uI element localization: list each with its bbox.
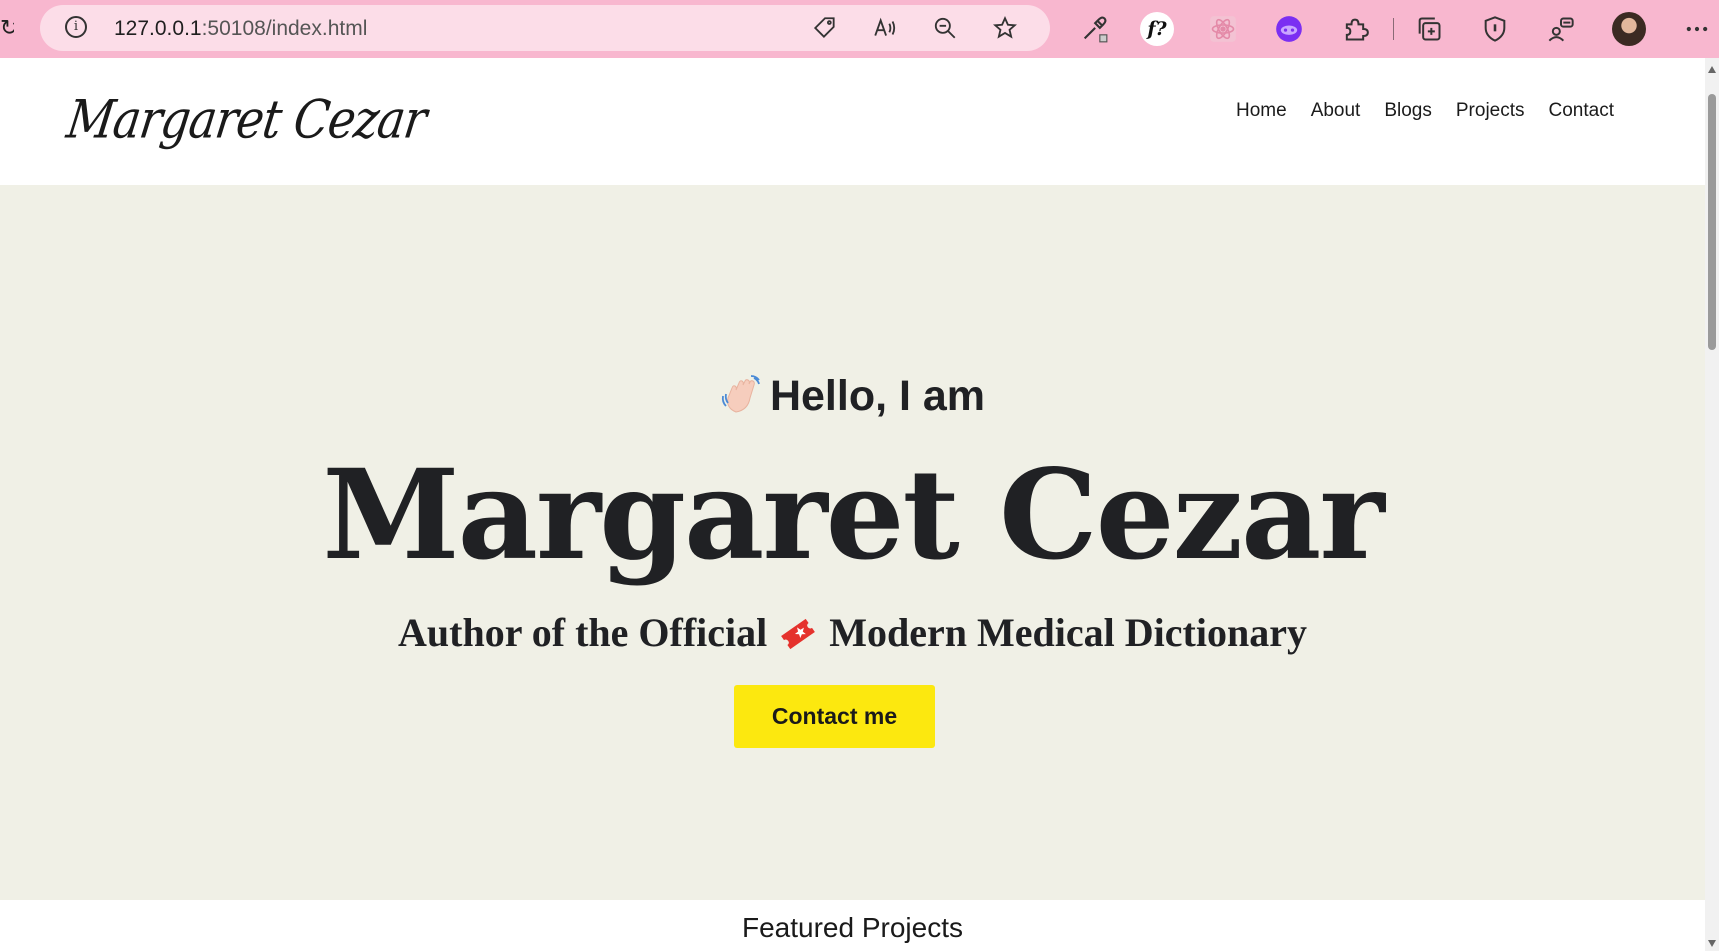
waving-hand-icon [721,375,760,413]
contact-me-button[interactable]: Contact me [734,685,935,748]
hero-section: Hello, I am Margaret Cezar Author of the… [0,185,1705,900]
nav-contact[interactable]: Contact [1549,100,1614,122]
hero-tagline: Author of the Official Modern Medical Di… [0,609,1705,656]
browser-toolbar: ↻ i 127.0.0.1:50108/index.html f? [0,0,1719,58]
profile-avatar[interactable] [1612,12,1646,46]
main-nav: Home About Blogs Projects Contact [1236,100,1614,122]
web-page: Margaret Cezar Home About Blogs Projects… [0,58,1705,951]
zoom-out-icon[interactable] [930,13,960,43]
tagline-end: Modern Medical Dictionary [829,610,1307,655]
scroll-up-arrow[interactable] [1708,66,1716,73]
site-header: Margaret Cezar Home About Blogs Projects… [0,58,1705,185]
eyedropper-icon[interactable] [1077,12,1111,46]
tag-icon[interactable] [810,13,840,43]
nav-projects[interactable]: Projects [1456,100,1525,122]
tagline-start: Author of the Official [398,610,768,655]
featured-projects-heading: Featured Projects [742,912,963,943]
scroll-down-arrow[interactable] [1708,940,1716,947]
scrollbar-thumb[interactable] [1708,94,1716,350]
profile-share-icon[interactable] [1544,12,1578,46]
extensions-puzzle-icon[interactable] [1338,12,1372,46]
address-bar[interactable]: i 127.0.0.1:50108/index.html [40,5,1050,51]
hero-name: Margaret Cezar [322,443,1384,588]
font-identify-icon[interactable]: f? [1140,12,1174,46]
url-path: :50108/index.html [201,17,368,40]
nav-home[interactable]: Home [1236,100,1287,122]
nav-blogs[interactable]: Blogs [1384,100,1432,122]
toolbar-divider [1393,18,1394,40]
nav-about[interactable]: About [1311,100,1361,122]
site-logo[interactable]: Margaret Cezar [63,88,430,150]
browser-essentials-icon[interactable] [1478,12,1512,46]
ticket-icon [781,618,816,650]
read-aloud-icon[interactable] [870,13,900,43]
url-host: 127.0.0.1 [114,17,202,40]
favorite-star-icon[interactable] [990,13,1020,43]
site-info-icon[interactable]: i [65,16,87,38]
reload-icon[interactable]: ↻ [0,14,14,44]
mask-extension-icon[interactable] [1272,12,1306,46]
more-menu-icon[interactable] [1680,12,1714,46]
url-text[interactable]: 127.0.0.1:50108/index.html [114,17,367,41]
page-scrollbar[interactable] [1705,58,1719,951]
react-devtools-icon[interactable] [1206,12,1240,46]
collections-icon[interactable] [1412,12,1446,46]
greeting-text: Hello, I am [769,372,986,420]
hero-greeting: Hello, I am [0,372,1705,421]
